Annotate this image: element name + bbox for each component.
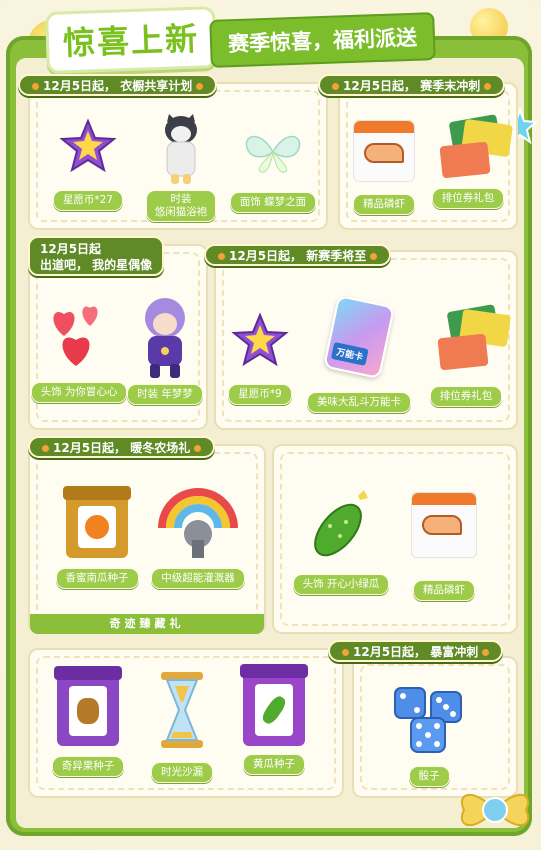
dot-icon bbox=[218, 252, 225, 260]
dot-icon bbox=[370, 252, 378, 260]
dot-icon bbox=[194, 444, 202, 452]
panel-tag-season-end-sprint: 12月5日起， 赛季末冲刺 bbox=[318, 74, 506, 96]
reward-item[interactable]: 万能卡 美味大乱斗万能卡 bbox=[306, 294, 412, 413]
reward-label: 星愿币*27 bbox=[52, 190, 124, 211]
ribbon-bow-icon bbox=[461, 793, 529, 827]
reward-item[interactable]: 时装 年梦梦 bbox=[124, 296, 206, 405]
universal-card-icon: 万能卡 bbox=[322, 294, 396, 380]
reward-item[interactable]: 头饰 开心小绿瓜 bbox=[292, 486, 390, 595]
tag-text: 12月5日起， 新赛季将至 bbox=[229, 249, 367, 263]
reward-label: 排位券礼包 bbox=[429, 386, 503, 407]
reward-item[interactable]: 奇异果种子 bbox=[48, 666, 128, 777]
kiwi-seed-bag-icon bbox=[54, 666, 122, 746]
purple-star-icon bbox=[59, 118, 117, 173]
panel-tag-new-season: 12月5日起， 新赛季将至 bbox=[204, 244, 392, 266]
title-banner: 惊喜上新 赛季惊喜，福利派送 bbox=[44, 6, 506, 74]
dot-icon bbox=[196, 82, 204, 90]
purple-star-icon bbox=[231, 312, 289, 367]
idol-costume-icon bbox=[145, 298, 185, 378]
tag-text: 12月5日起， 暴富冲刺 bbox=[353, 645, 479, 659]
panel-tag-rich-sprint: 12月5日起， 暴富冲刺 bbox=[328, 640, 504, 662]
butterfly-mask-icon bbox=[245, 135, 301, 173]
reward-item[interactable]: 排位券礼包 bbox=[424, 304, 511, 407]
tag-text: 12月5日起， 赛季末冲刺 bbox=[343, 79, 481, 93]
krill-bag-icon bbox=[411, 492, 477, 558]
hourglass-icon bbox=[161, 672, 203, 748]
reward-item[interactable]: 时光沙漏 bbox=[142, 672, 222, 783]
reward-item[interactable]: 香蜜南瓜种子 bbox=[52, 486, 142, 589]
krill-bag-icon bbox=[353, 120, 415, 182]
page-subtitle: 赛季惊喜，福利派送 bbox=[209, 12, 436, 68]
ranking-ticket-pack-icon bbox=[435, 304, 511, 374]
reward-label: 精品磷虾 bbox=[353, 194, 415, 215]
dice-icon bbox=[394, 687, 462, 753]
panel-footer-label: 奇迹臻藏礼 bbox=[30, 614, 264, 634]
panel-tag-wardrobe-share: 12月5日起， 衣橱共享计划 bbox=[18, 74, 218, 96]
panel-tag-star-idol: 12月5日起 出道吧， 我的星偶像 bbox=[28, 236, 165, 276]
reward-item[interactable]: 骰子 bbox=[384, 684, 474, 787]
event-board: 惊喜上新 赛季惊喜，福利派送 12月5日起， 衣橱共享计划 星愿币*27 时装 … bbox=[0, 0, 541, 850]
reward-label: 香蜜南瓜种子 bbox=[55, 568, 139, 589]
dot-icon bbox=[332, 82, 339, 90]
reward-item[interactable]: 黄瓜种子 bbox=[232, 664, 316, 775]
reward-label: 时装 悠闲猫浴袍 bbox=[145, 190, 217, 222]
reward-label: 时装 年梦梦 bbox=[127, 384, 203, 405]
reward-label: 精品磷虾 bbox=[413, 580, 475, 601]
reward-item[interactable]: 排位券礼包 bbox=[428, 114, 513, 209]
ranking-ticket-pack-icon bbox=[437, 114, 513, 180]
cucumber-headwear-icon bbox=[314, 490, 368, 557]
dot-icon bbox=[32, 82, 39, 90]
reward-label: 奇异果种子 bbox=[51, 756, 125, 777]
reward-item[interactable]: 中级超能灌溉器 bbox=[148, 484, 248, 589]
card-text: 万能卡 bbox=[330, 341, 369, 366]
tag-text: 12月5日起， 暖冬农场礼 bbox=[53, 441, 191, 455]
reward-label: 头饰 为你冒心心 bbox=[30, 382, 128, 403]
tag-text: 出道吧， 我的星偶像 bbox=[40, 258, 153, 272]
pumpkin-seed-bag-icon bbox=[63, 486, 131, 558]
page-title: 惊喜上新 bbox=[44, 6, 218, 74]
reward-label: 头饰 开心小绿瓜 bbox=[292, 574, 390, 595]
reward-label: 排位券礼包 bbox=[431, 188, 505, 209]
dot-icon bbox=[482, 648, 490, 656]
reward-item[interactable]: 精品磷虾 bbox=[402, 492, 486, 601]
reward-label: 星愿币*9 bbox=[228, 384, 292, 405]
reward-item[interactable]: 时装 悠闲猫浴袍 bbox=[140, 114, 222, 222]
dot-icon bbox=[342, 648, 349, 656]
reward-item[interactable]: 精品磷虾 bbox=[344, 120, 424, 215]
reward-label: 时光沙漏 bbox=[151, 762, 213, 783]
panel-tag-winter-farm: 12月5日起， 暖冬农场礼 bbox=[28, 436, 216, 458]
tag-text: 12月5日起， 衣橱共享计划 bbox=[43, 79, 193, 93]
tag-text: 12月5日起 bbox=[40, 242, 102, 256]
cucumber-seed-bag-icon bbox=[240, 664, 308, 746]
dot-icon bbox=[42, 444, 49, 452]
reward-item[interactable]: 面饰 蝶梦之面 bbox=[229, 130, 317, 213]
hearts-headwear-icon bbox=[53, 306, 98, 366]
reward-label: 美味大乱斗万能卡 bbox=[307, 392, 411, 413]
dot-icon bbox=[484, 82, 492, 90]
reward-item[interactable]: 星愿币*27 bbox=[52, 118, 124, 211]
reward-label: 中级超能灌溉器 bbox=[151, 568, 245, 589]
reward-label: 黄瓜种子 bbox=[243, 754, 305, 775]
reward-item[interactable]: 星愿币*9 bbox=[222, 312, 298, 405]
reward-label: 骰子 bbox=[408, 766, 450, 787]
reward-label: 面饰 蝶梦之面 bbox=[229, 192, 317, 213]
cat-bathrobe-costume-icon bbox=[165, 114, 197, 184]
reward-item[interactable]: 头饰 为你冒心心 bbox=[30, 296, 128, 403]
rainbow-sprinkler-icon bbox=[158, 488, 238, 558]
